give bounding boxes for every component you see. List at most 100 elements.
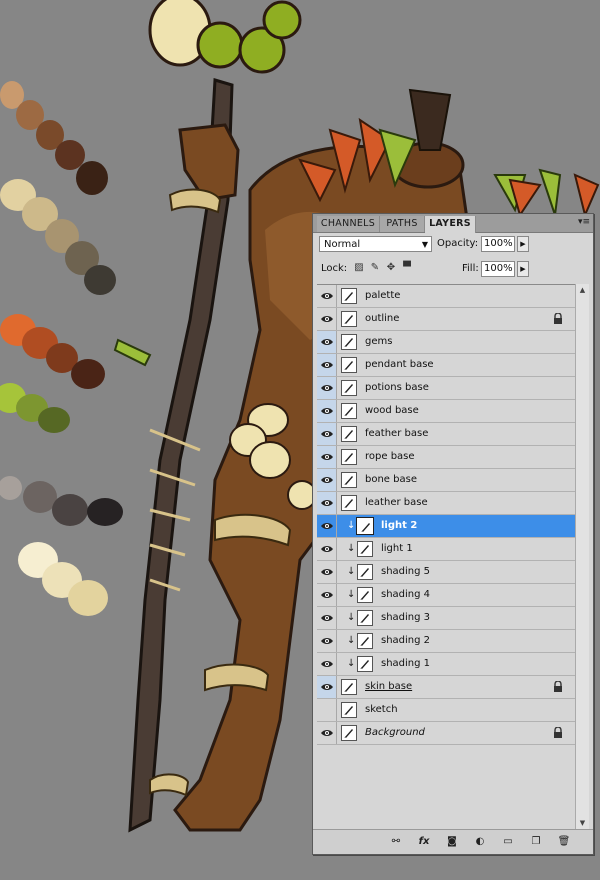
layer-thumbnail-brush-icon[interactable]: [341, 725, 357, 741]
visibility-toggle[interactable]: [317, 699, 337, 721]
layer-thumbnail-brush-icon[interactable]: [356, 517, 374, 535]
layer-row[interactable]: feather base: [317, 423, 575, 446]
scroll-down-icon[interactable]: ▼: [576, 817, 589, 829]
new-layer-icon[interactable]: ❐: [529, 835, 543, 848]
layer-row[interactable]: ↓ light 1: [317, 538, 575, 561]
fx-icon[interactable]: fx: [417, 835, 431, 848]
layer-thumbnail-brush-icon[interactable]: [341, 449, 357, 465]
layer-name[interactable]: shading 1: [381, 658, 430, 669]
blend-mode-select[interactable]: Normal ▼: [319, 236, 432, 252]
mask-icon[interactable]: ◙: [445, 835, 459, 848]
layer-row[interactable]: wood base: [317, 400, 575, 423]
visibility-toggle[interactable]: [317, 607, 337, 629]
layer-thumbnail-brush-icon[interactable]: [357, 610, 373, 626]
layer-row[interactable]: gems: [317, 331, 575, 354]
layer-thumbnail-brush-icon[interactable]: [341, 679, 357, 695]
layer-name[interactable]: Background: [365, 727, 425, 738]
visibility-toggle[interactable]: [317, 377, 337, 399]
layer-row[interactable]: ↓ shading 5: [317, 561, 575, 584]
scroll-up-icon[interactable]: ▲: [576, 284, 589, 296]
fill-input[interactable]: 100%: [481, 261, 515, 277]
layer-name[interactable]: shading 4: [381, 589, 430, 600]
visibility-toggle[interactable]: [317, 354, 337, 376]
layer-thumbnail-brush-icon[interactable]: [341, 403, 357, 419]
layer-thumbnail-brush-icon[interactable]: [357, 633, 373, 649]
layer-thumbnail-brush-icon[interactable]: [357, 656, 373, 672]
layer-row[interactable]: leather base: [317, 492, 575, 515]
layer-row[interactable]: Background: [317, 722, 575, 745]
layer-row[interactable]: palette: [317, 285, 575, 308]
layer-row[interactable]: ↓ light 2: [317, 515, 575, 538]
layer-row[interactable]: rope base: [317, 446, 575, 469]
lock-position-icon[interactable]: ✥: [385, 262, 397, 274]
visibility-toggle[interactable]: [317, 285, 337, 307]
tab-paths[interactable]: PATHS: [380, 216, 425, 232]
visibility-toggle[interactable]: [317, 676, 337, 698]
layer-row[interactable]: pendant base: [317, 354, 575, 377]
visibility-toggle[interactable]: [317, 561, 337, 583]
layer-row[interactable]: skin base: [317, 676, 575, 699]
layer-thumbnail-brush-icon[interactable]: [341, 357, 357, 373]
layer-name[interactable]: pendant base: [365, 359, 434, 370]
opacity-slider-arrow-icon[interactable]: ▶: [517, 236, 529, 252]
layer-row[interactable]: ↓ shading 4: [317, 584, 575, 607]
visibility-toggle[interactable]: [317, 446, 337, 468]
visibility-toggle[interactable]: [317, 423, 337, 445]
layer-thumbnail-brush-icon[interactable]: [341, 426, 357, 442]
layer-name[interactable]: light 2: [381, 520, 417, 531]
layer-name[interactable]: shading 3: [381, 612, 430, 623]
layer-name[interactable]: sketch: [365, 704, 398, 715]
visibility-toggle[interactable]: [317, 538, 337, 560]
visibility-toggle[interactable]: [317, 722, 337, 744]
link-layers-icon[interactable]: ⚯: [389, 835, 403, 848]
visibility-toggle[interactable]: [317, 308, 337, 330]
layer-thumbnail-brush-icon[interactable]: [341, 702, 357, 718]
layer-name[interactable]: shading 5: [381, 566, 430, 577]
layer-thumbnail-brush-icon[interactable]: [341, 288, 357, 304]
layer-name[interactable]: outline: [365, 313, 399, 324]
visibility-toggle[interactable]: [317, 515, 337, 537]
adjustment-icon[interactable]: ◐: [473, 835, 487, 848]
lock-all-icon[interactable]: ▀: [401, 262, 413, 274]
layer-name[interactable]: light 1: [381, 543, 413, 554]
layer-name[interactable]: bone base: [365, 474, 417, 485]
visibility-toggle[interactable]: [317, 653, 337, 675]
group-folder-icon[interactable]: ▭: [501, 835, 515, 848]
layer-thumbnail-brush-icon[interactable]: [341, 380, 357, 396]
layer-thumbnail-brush-icon[interactable]: [341, 334, 357, 350]
visibility-toggle[interactable]: [317, 400, 337, 422]
visibility-toggle[interactable]: [317, 469, 337, 491]
layer-row[interactable]: outline: [317, 308, 575, 331]
layer-row[interactable]: ↓ shading 1: [317, 653, 575, 676]
tab-layers[interactable]: LAYERS: [425, 216, 476, 233]
lock-transparency-icon[interactable]: ▨: [353, 262, 365, 274]
fill-slider-arrow-icon[interactable]: ▶: [517, 261, 529, 277]
layer-name[interactable]: potions base: [365, 382, 429, 393]
visibility-toggle[interactable]: [317, 331, 337, 353]
layer-name[interactable]: palette: [365, 290, 400, 301]
trash-icon[interactable]: 🗑: [557, 835, 571, 848]
visibility-toggle[interactable]: [317, 492, 337, 514]
layer-thumbnail-brush-icon[interactable]: [341, 472, 357, 488]
layer-name[interactable]: skin base: [365, 681, 412, 692]
visibility-toggle[interactable]: [317, 630, 337, 652]
panel-menu-icon[interactable]: ▾≡: [578, 217, 590, 227]
tab-channels[interactable]: CHANNELS: [317, 216, 380, 232]
opacity-input[interactable]: 100%: [481, 236, 515, 252]
layer-thumbnail-brush-icon[interactable]: [357, 587, 373, 603]
layer-thumbnail-brush-icon[interactable]: [357, 564, 373, 580]
layer-name[interactable]: feather base: [365, 428, 428, 439]
layer-name[interactable]: wood base: [365, 405, 419, 416]
layer-name[interactable]: shading 2: [381, 635, 430, 646]
lock-pixels-icon[interactable]: ✎: [369, 262, 381, 274]
layer-list-scrollbar[interactable]: ▲ ▼: [575, 284, 589, 829]
layer-thumbnail-brush-icon[interactable]: [357, 541, 373, 557]
visibility-toggle[interactable]: [317, 584, 337, 606]
layer-row[interactable]: bone base: [317, 469, 575, 492]
layer-row[interactable]: ↓ shading 3: [317, 607, 575, 630]
layer-row[interactable]: sketch: [317, 699, 575, 722]
layer-name[interactable]: gems: [365, 336, 392, 347]
layer-thumbnail-brush-icon[interactable]: [341, 495, 357, 511]
layer-name[interactable]: rope base: [365, 451, 415, 462]
layer-thumbnail-brush-icon[interactable]: [341, 311, 357, 327]
